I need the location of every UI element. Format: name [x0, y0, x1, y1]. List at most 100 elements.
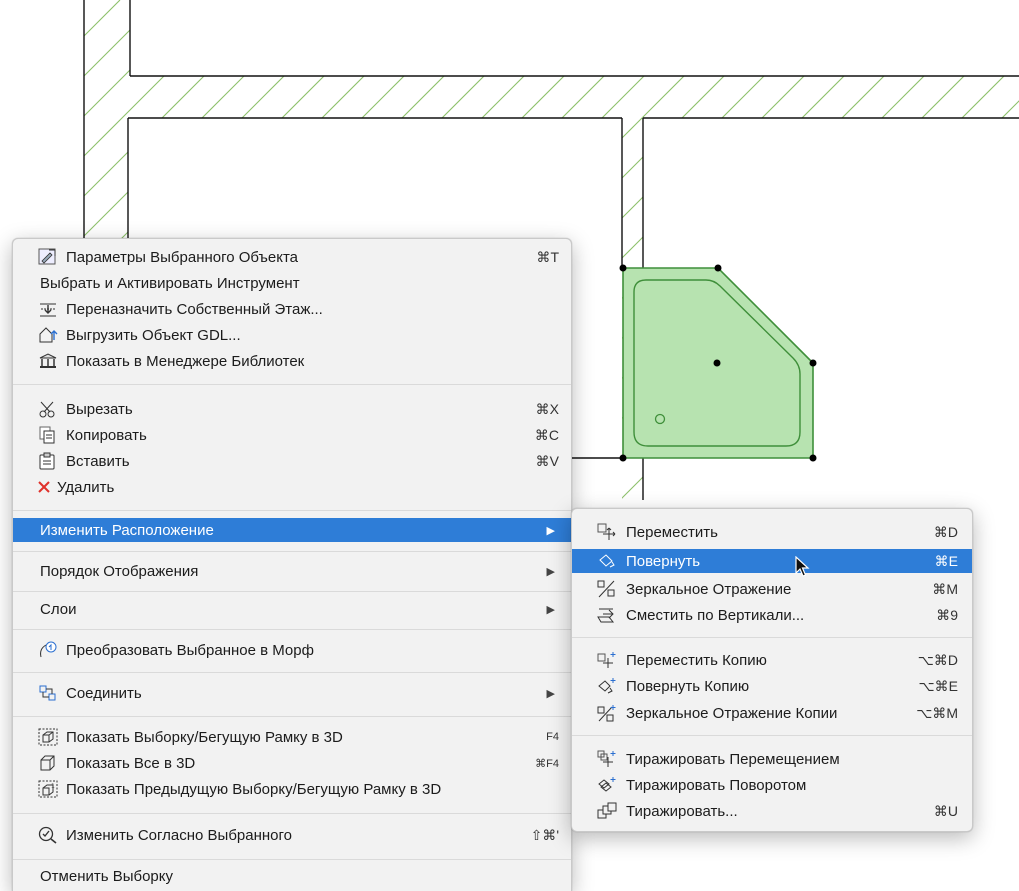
submenu-item-multiply-drag[interactable]: Тиражировать Перемещением	[572, 747, 972, 771]
paste-icon	[38, 452, 58, 470]
menu-item-shortcut: ⌘M	[932, 580, 958, 597]
drag-icon	[597, 523, 617, 541]
svg-text:1: 1	[51, 783, 55, 790]
menu-item-shortcut: ⌘E	[934, 552, 958, 569]
hatch-line	[979, 0, 1019, 500]
menu-item-delete[interactable]: Удалить	[13, 475, 571, 499]
menu-item-match-selected[interactable]: Изменить Согласно Выбранного ⇧⌘'	[13, 823, 571, 847]
context-menu: Параметры Выбранного Объекта ⌘T Выбрать …	[12, 238, 572, 891]
menu-item-select-activate-tool[interactable]: Выбрать и Активировать Инструмент	[13, 271, 571, 295]
separator	[13, 384, 571, 385]
mouse-pointer-icon	[795, 556, 810, 577]
hatch-line	[859, 0, 1019, 500]
menu-item-shortcut: ⌥⌘D	[917, 651, 958, 668]
menu-item-paste[interactable]: Вставить ⌘V	[13, 449, 571, 473]
separator	[13, 591, 571, 592]
menu-item-label: Повернуть	[626, 552, 701, 570]
submenu-arrow-icon: ▶	[546, 524, 555, 537]
submenu-item-multiply[interactable]: Тиражировать... ⌘U	[572, 799, 972, 823]
menu-item-label: Показать Предыдущую Выборку/Бегущую Рамк…	[66, 780, 442, 798]
submenu-item-multiply-rotate[interactable]: Тиражировать Поворотом	[572, 773, 972, 797]
connect-icon	[38, 684, 58, 702]
menu-item-save-gdl[interactable]: Выгрузить Объект GDL...	[13, 323, 571, 347]
mirror-copy-icon	[597, 704, 617, 722]
menu-item-label: Показать Выборку/Бегущую Рамку в 3D	[66, 728, 343, 746]
hatch-line	[819, 0, 1019, 500]
separator	[13, 629, 571, 630]
multiply-drag-icon	[597, 750, 617, 768]
hatch-line	[899, 0, 1019, 500]
submenu-arrow-icon: ▶	[546, 603, 555, 616]
menu-item-label: Выгрузить Объект GDL...	[66, 326, 241, 344]
separator	[13, 859, 571, 860]
menu-item-convert-to-morph[interactable]: Преобразовать Выбранное в Морф	[13, 638, 571, 662]
library-manager-icon	[38, 352, 58, 370]
submenu-arrow-icon: ▶	[546, 687, 555, 700]
menu-item-label: Отменить Выборку	[40, 867, 174, 885]
menu-item-cut[interactable]: Вырезать ⌘X	[13, 397, 571, 421]
show-selection-3d-icon	[38, 728, 58, 746]
menu-item-rearrange[interactable]: Изменить Расположение ▶	[13, 518, 571, 542]
submenu-item-elevate[interactable]: Сместить по Вертикали... ⌘9	[572, 603, 972, 627]
save-gdl-icon	[38, 326, 58, 344]
separator	[572, 735, 972, 736]
menu-item-show-all-3d[interactable]: Показать Все в 3D ⌘F4	[13, 751, 571, 775]
submenu-item-rotate-copy[interactable]: Повернуть Копию ⌥⌘E	[572, 674, 972, 698]
menu-item-library-manager[interactable]: Показать в Менеджере Библиотек	[13, 349, 571, 373]
hatch-line	[939, 0, 1019, 500]
separator	[13, 813, 571, 814]
menu-item-shortcut: ⌥⌘E	[918, 677, 958, 694]
menu-item-relink-story[interactable]: Переназначить Собственный Этаж...	[13, 297, 571, 321]
separator	[572, 637, 972, 638]
menu-item-label: Изменить Расположение	[40, 521, 214, 539]
submenu-item-mirror-copy[interactable]: Зеркальное Отражение Копии ⌥⌘M	[572, 701, 972, 725]
submenu-arrow-icon: ▶	[546, 565, 555, 578]
menu-item-label: Тиражировать Перемещением	[626, 750, 840, 768]
menu-item-shortcut: ⌘X	[535, 400, 559, 417]
drag-copy-icon	[597, 651, 617, 669]
menu-item-shortcut: ⌘T	[536, 248, 559, 265]
object-settings-icon	[38, 248, 58, 266]
menu-item-label: Порядок Отображения	[40, 562, 199, 580]
show-previous-3d-icon: 1	[38, 780, 58, 798]
menu-item-label: Переместить	[626, 523, 718, 541]
shower-tray-object[interactable]	[619, 264, 817, 462]
menu-item-object-settings[interactable]: Параметры Выбранного Объекта ⌘T	[13, 245, 571, 269]
separator	[13, 510, 571, 511]
separator	[13, 551, 571, 552]
rotate-icon	[597, 552, 617, 570]
menu-item-label: Преобразовать Выбранное в Морф	[66, 641, 314, 659]
menu-item-layers[interactable]: Слои ▶	[13, 597, 571, 621]
multiply-icon	[597, 802, 617, 820]
menu-item-shortcut: ⌘F4	[535, 757, 559, 770]
rearrange-submenu: Переместить ⌘D Повернуть ⌘E Зеркальное О…	[571, 508, 973, 832]
scissors-icon	[38, 400, 58, 418]
menu-item-shortcut: ⇧⌘'	[530, 826, 559, 843]
menu-item-label: Сместить по Вертикали...	[626, 606, 805, 624]
relink-story-icon	[38, 300, 58, 318]
submenu-item-drag[interactable]: Переместить ⌘D	[572, 520, 972, 544]
menu-item-label: Вставить	[66, 452, 130, 470]
menu-item-label: Тиражировать Поворотом	[626, 776, 807, 794]
menu-item-deselect[interactable]: Отменить Выборку	[13, 864, 571, 888]
menu-item-label: Параметры Выбранного Объекта	[66, 248, 299, 266]
menu-item-copy[interactable]: Копировать ⌘C	[13, 423, 571, 447]
menu-item-label: Соединить	[66, 684, 142, 702]
menu-item-label: Зеркальное Отражение Копии	[626, 704, 838, 722]
elevate-icon	[597, 606, 617, 624]
menu-item-shortcut: ⌘C	[534, 426, 559, 443]
separator	[13, 672, 571, 673]
menu-item-shortcut: ⌘9	[936, 606, 958, 623]
rotate-copy-icon	[597, 677, 617, 695]
submenu-item-drag-copy[interactable]: Переместить Копию ⌥⌘D	[572, 648, 972, 672]
menu-item-display-order[interactable]: Порядок Отображения ▶	[13, 559, 571, 583]
submenu-item-rotate[interactable]: Повернуть ⌘E	[572, 549, 972, 573]
menu-item-connect[interactable]: Соединить ▶	[13, 681, 571, 705]
menu-item-label: Удалить	[57, 478, 115, 496]
delete-x-icon	[37, 478, 51, 496]
menu-item-label: Повернуть Копию	[626, 677, 750, 695]
submenu-item-mirror[interactable]: Зеркальное Отражение ⌘M	[572, 577, 972, 601]
menu-item-show-selection-3d[interactable]: Показать Выборку/Бегущую Рамку в 3D F4	[13, 725, 571, 749]
menu-item-show-previous-3d[interactable]: 1 Показать Предыдущую Выборку/Бегущую Ра…	[13, 777, 571, 801]
match-icon	[38, 826, 58, 844]
